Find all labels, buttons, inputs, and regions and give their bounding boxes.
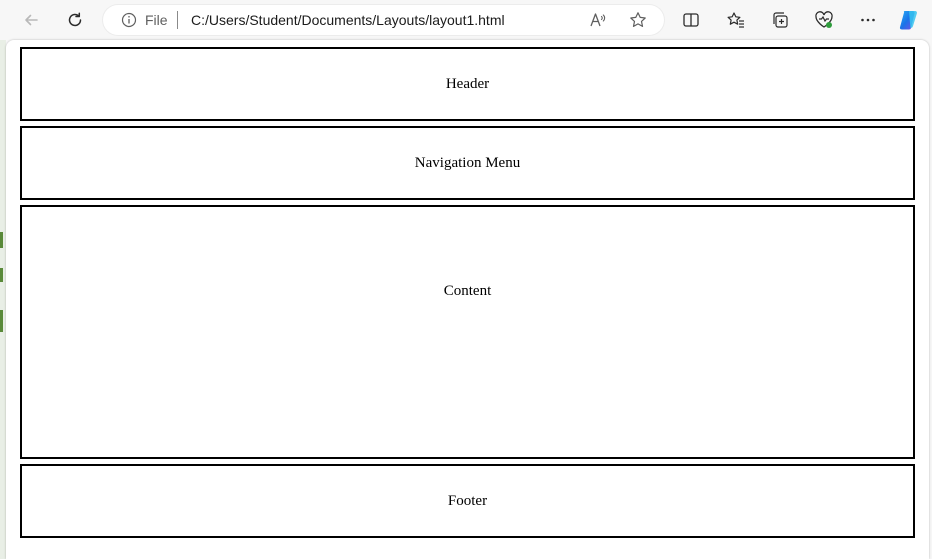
address-bar[interactable]: File C:/Users/Student/Documents/Layouts/… xyxy=(103,5,664,35)
browser-essentials-button[interactable] xyxy=(810,6,838,34)
refresh-button[interactable] xyxy=(61,6,89,34)
content-text: Content xyxy=(443,283,492,299)
favorites-button[interactable] xyxy=(722,6,750,34)
more-icon xyxy=(861,18,875,22)
address-url[interactable]: C:/Users/Student/Documents/Layouts/layou… xyxy=(191,12,505,28)
back-icon xyxy=(25,14,38,26)
header-text: Header xyxy=(445,75,490,92)
copilot-icon xyxy=(899,11,917,30)
refresh-icon xyxy=(68,12,82,27)
navigation-menu-text: Navigation Menu xyxy=(414,154,521,171)
more-button[interactable] xyxy=(854,6,882,34)
page-viewport: Header Navigation Menu Content Footer xyxy=(6,40,929,559)
address-scheme-label: File xyxy=(145,12,168,28)
navigation-menu-section: Navigation Menu xyxy=(20,126,915,200)
header-section: Header xyxy=(20,47,915,121)
collections-icon xyxy=(773,12,788,28)
browser-toolbar: File C:/Users/Student/Documents/Layouts/… xyxy=(0,0,932,40)
favorites-icon xyxy=(727,12,744,28)
browser-essentials-icon xyxy=(815,11,833,28)
favorite-star-icon[interactable] xyxy=(629,11,647,29)
address-separator xyxy=(177,11,178,29)
split-screen-button[interactable] xyxy=(677,6,705,34)
split-screen-icon xyxy=(683,13,699,27)
back-button[interactable] xyxy=(17,6,45,34)
collections-button[interactable] xyxy=(766,6,794,34)
footer-section: Footer xyxy=(20,464,915,538)
copilot-button[interactable] xyxy=(895,6,923,34)
footer-text: Footer xyxy=(447,492,488,509)
info-icon[interactable] xyxy=(121,12,137,28)
content-section: Content xyxy=(20,205,915,459)
read-aloud-icon[interactable] xyxy=(589,11,607,29)
